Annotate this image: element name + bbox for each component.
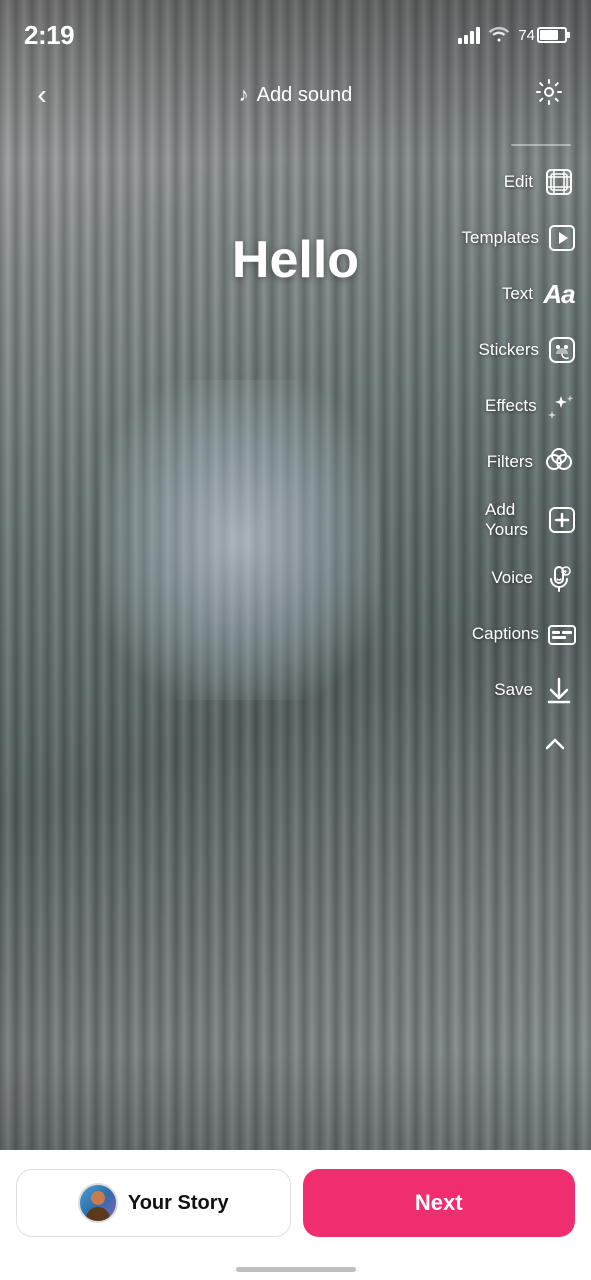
avatar (78, 1183, 118, 1223)
text-icon: Aa (541, 276, 577, 312)
back-button[interactable]: ‹ (20, 73, 64, 117)
settings-button[interactable] (527, 73, 571, 117)
add-sound-label: Add sound (257, 84, 353, 107)
wifi-icon (488, 24, 510, 47)
right-toolbar: Edit Templates Text Aa (481, 140, 591, 766)
edit-icon (541, 164, 577, 200)
toolbar-label-effects: Effects (485, 396, 537, 416)
status-bar: 2:19 74 (0, 0, 591, 60)
toolbar-label-add-yours: Add Yours (485, 500, 539, 540)
captions-icon (547, 616, 577, 652)
toolbar-label-templates: Templates (462, 228, 539, 248)
toolbar-item-effects[interactable]: Effects (481, 378, 581, 434)
effects-icon (545, 388, 577, 424)
add-yours-icon (547, 502, 577, 538)
toolbar-item-voice[interactable]: Voice (481, 550, 581, 606)
home-indicator (236, 1267, 356, 1272)
stickers-icon (547, 332, 577, 368)
music-icon: ♪ (239, 84, 249, 107)
battery-icon: 74 (518, 27, 567, 44)
add-sound-button[interactable]: ♪ Add sound (239, 84, 353, 107)
filters-icon (541, 444, 577, 480)
toolbar-item-edit[interactable]: Edit (481, 154, 581, 210)
toolbar-item-add-yours[interactable]: Add Yours (481, 490, 581, 550)
status-icons: 74 (458, 24, 567, 47)
window-light (100, 380, 380, 700)
top-bar: ‹ ♪ Add sound (0, 60, 591, 130)
toolbar-label-save: Save (494, 680, 533, 700)
voice-icon (541, 560, 577, 596)
next-button[interactable]: Next (303, 1169, 576, 1237)
your-story-button[interactable]: Your Story (16, 1169, 291, 1237)
toolbar-item-templates[interactable]: Templates (481, 210, 581, 266)
toolbar-label-edit: Edit (504, 172, 533, 192)
bottom-bar: Your Story Next (0, 1150, 591, 1280)
next-label: Next (415, 1190, 463, 1216)
back-icon: ‹ (37, 81, 46, 109)
signal-icon (458, 26, 480, 44)
toolbar-label-stickers: Stickers (479, 340, 539, 360)
toolbar-label-captions: Captions (472, 624, 539, 644)
toolbar-item-save[interactable]: Save (481, 662, 581, 718)
save-icon (541, 672, 577, 708)
toolbar-divider (511, 144, 571, 146)
toolbar-label-text: Text (502, 284, 533, 304)
toolbar-item-text[interactable]: Text Aa (481, 266, 581, 322)
toolbar-item-filters[interactable]: Filters (481, 434, 581, 490)
toolbar-label-voice: Voice (491, 568, 533, 588)
templates-icon (547, 220, 577, 256)
toolbar-item-captions[interactable]: Captions (481, 606, 581, 662)
collapse-button[interactable] (533, 722, 577, 766)
gradient-bottom (0, 1050, 591, 1150)
toolbar-label-filters: Filters (487, 452, 533, 472)
status-time: 2:19 (24, 20, 74, 51)
chevron-up-icon (541, 730, 569, 758)
gear-icon (534, 77, 564, 114)
toolbar-item-stickers[interactable]: Stickers (481, 322, 581, 378)
your-story-label: Your Story (128, 1192, 229, 1215)
